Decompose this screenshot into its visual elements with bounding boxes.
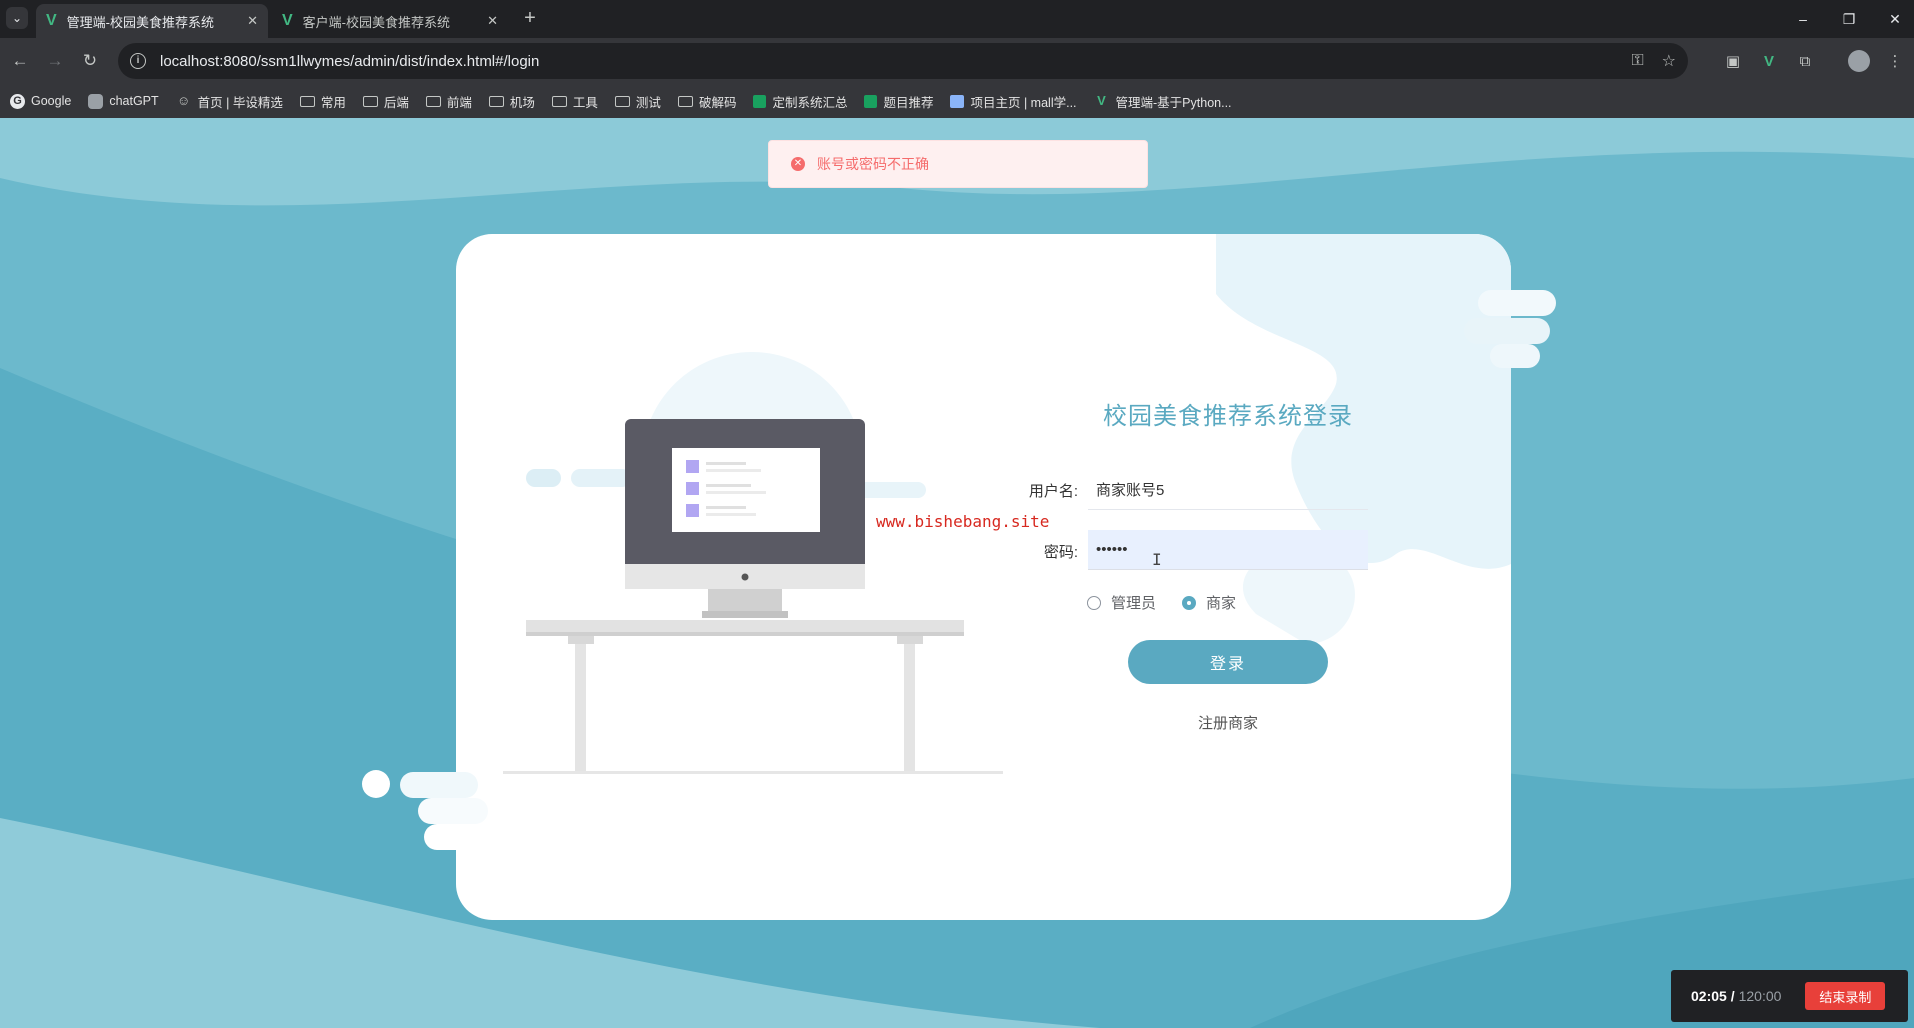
profile-avatar-icon[interactable] — [1848, 50, 1870, 72]
login-page: ✕ 账号或密码不正确 www.bishebang.site 校园美食推荐系统登录… — [0, 118, 1914, 1028]
role-label: 商家 — [1206, 595, 1237, 612]
tab-title: 客户端-校园美食推荐系统 — [302, 14, 451, 30]
close-tab-icon[interactable]: ✕ — [487, 13, 498, 29]
folder-icon — [614, 95, 630, 107]
stop-recording-button[interactable]: 结束录制 — [1805, 982, 1886, 1010]
tab-admin[interactable]: V 管理端-校园美食推荐系统 ✕ — [36, 4, 268, 38]
bishe-icon: ☺ — [177, 93, 191, 108]
more-menu-icon[interactable]: ⋮ — [1884, 50, 1906, 72]
bookmarks-bar: G Google chatGPT ☺ 首页 | 毕设精选 常用 后端 前端 机场 工… — [0, 84, 1914, 118]
minimize-window-button[interactable]: – — [1780, 0, 1826, 38]
bookmark-bishe[interactable]: ☺ 首页 | 毕设精选 — [176, 92, 283, 111]
folder-icon — [362, 95, 378, 107]
bookmark-label: Google — [31, 94, 72, 108]
login-button[interactable]: 登录 — [1128, 640, 1328, 684]
role-admin-radio[interactable]: 管理员 — [1087, 592, 1156, 613]
address-bar[interactable]: i localhost:8080/ssm1llwymes/admin/dist/… — [118, 43, 1688, 79]
bookmark-chatgpt[interactable]: chatGPT — [88, 93, 159, 109]
vue-icon: V — [1097, 93, 1106, 108]
bookmark-google[interactable]: G Google — [10, 93, 72, 109]
cloud-decoration — [362, 290, 1556, 850]
text-cursor-icon: I — [1152, 550, 1162, 569]
bookmark-label: 机场 — [509, 95, 535, 110]
google-icon: G — [10, 93, 25, 109]
vue-favicon-icon: V — [46, 12, 57, 29]
bookmark-folder-common[interactable]: 常用 — [299, 92, 346, 111]
register-merchant-link[interactable]: 注册商家 — [1128, 712, 1328, 733]
extension-icon[interactable]: ▣ — [1722, 50, 1744, 72]
bookmark-star-icon[interactable]: ☆ — [1662, 51, 1676, 71]
username-input[interactable] — [1088, 470, 1368, 510]
bookmark-folder-crack[interactable]: 破解码 — [677, 92, 737, 111]
username-label: 用户名: — [1028, 483, 1078, 500]
role-merchant-radio[interactable]: 商家 — [1182, 592, 1236, 613]
folder-icon — [677, 95, 693, 107]
back-arrow-icon[interactable]: ← — [8, 49, 32, 73]
restore-window-button[interactable]: ❐ — [1826, 0, 1872, 38]
extensions-puzzle-icon[interactable]: ⧉ — [1794, 50, 1816, 72]
bookmark-label: 测试 — [635, 95, 661, 110]
bookmark-label: 管理端-基于Python... — [1115, 95, 1232, 110]
bookmark-label: 题目推荐 — [883, 95, 934, 110]
role-label: 管理员 — [1111, 595, 1157, 612]
bookmark-label: 工具 — [572, 95, 598, 110]
bookmark-label: 项目主页 | mall学... — [970, 95, 1077, 110]
folder-icon — [488, 95, 504, 107]
folder-icon — [299, 95, 315, 107]
recording-total: 120:00 — [1738, 988, 1782, 1004]
recording-elapsed: 02:05 / — [1691, 988, 1735, 1004]
reload-icon[interactable]: ↻ — [78, 49, 102, 73]
bookmark-topics[interactable]: 题目推荐 — [864, 92, 933, 111]
bookmark-folder-airport[interactable]: 机场 — [488, 92, 535, 111]
close-window-button[interactable]: ✕ — [1872, 0, 1914, 38]
bookmark-custom-systems[interactable]: 定制系统汇总 — [753, 92, 847, 111]
vue-favicon-icon: V — [282, 12, 293, 29]
folder-icon — [425, 95, 441, 107]
radio-checked-icon[interactable] — [1182, 595, 1197, 610]
login-title: 校园美食推荐系统登录 — [1103, 403, 1353, 430]
vue-devtools-icon[interactable]: V — [1758, 50, 1780, 72]
bookmark-label: 前端 — [446, 95, 472, 110]
bookmark-folder-test[interactable]: 测试 — [614, 92, 661, 111]
password-input[interactable] — [1088, 530, 1368, 570]
tab-title: 管理端-校园美食推荐系统 — [66, 14, 215, 30]
bookmark-project-home[interactable]: 项目主页 | mall学... — [950, 92, 1077, 111]
url-text[interactable]: localhost:8080/ssm1llwymes/admin/dist/in… — [160, 53, 1613, 70]
bookmark-folder-tools[interactable]: 工具 — [551, 92, 598, 111]
sheet-icon — [753, 94, 767, 108]
chatgpt-icon — [88, 93, 104, 109]
password-key-icon[interactable]: ⚿ — [1631, 52, 1643, 70]
browser-tab-strip: ⌄ V 管理端-校园美食推荐系统 ✕ V 客户端-校园美食推荐系统 ✕ + – … — [0, 0, 1914, 38]
folder-icon — [551, 95, 567, 107]
forward-arrow-icon[interactable]: → — [43, 49, 67, 73]
watermark-text: www.bishebang.site — [876, 512, 1050, 531]
sheet-icon — [864, 94, 878, 108]
bookmark-label: 破解码 — [698, 95, 737, 110]
bookmark-label: 首页 | 毕设精选 — [197, 95, 283, 110]
radio-unchecked-icon[interactable] — [1087, 595, 1101, 610]
bookmark-folder-backend[interactable]: 后端 — [362, 92, 409, 111]
bookmark-label: 常用 — [320, 95, 346, 110]
tab-client[interactable]: V 客户端-校园美食推荐系统 ✕ — [272, 4, 508, 38]
page-icon — [950, 94, 965, 108]
bookmark-folder-frontend[interactable]: 前端 — [425, 92, 472, 111]
bookmark-label: chatGPT — [109, 94, 159, 108]
password-label: 密码: — [1043, 544, 1078, 561]
bookmark-label: 后端 — [383, 95, 409, 110]
browser-toolbar: ← → ↻ i localhost:8080/ssm1llwymes/admin… — [0, 38, 1914, 84]
site-info-icon[interactable]: i — [130, 53, 146, 69]
tab-search-chevron-icon[interactable]: ⌄ — [6, 7, 28, 29]
new-tab-button[interactable]: + — [518, 6, 542, 30]
bookmark-label: 定制系统汇总 — [772, 95, 848, 110]
recording-widget: 02:05 / 120:00 结束录制 — [1671, 970, 1908, 1022]
bookmark-admin-python[interactable]: V 管理端-基于Python... — [1094, 92, 1232, 111]
role-radio-group: 管理员 商家 — [1087, 592, 1262, 613]
close-tab-icon[interactable]: ✕ — [247, 13, 258, 29]
